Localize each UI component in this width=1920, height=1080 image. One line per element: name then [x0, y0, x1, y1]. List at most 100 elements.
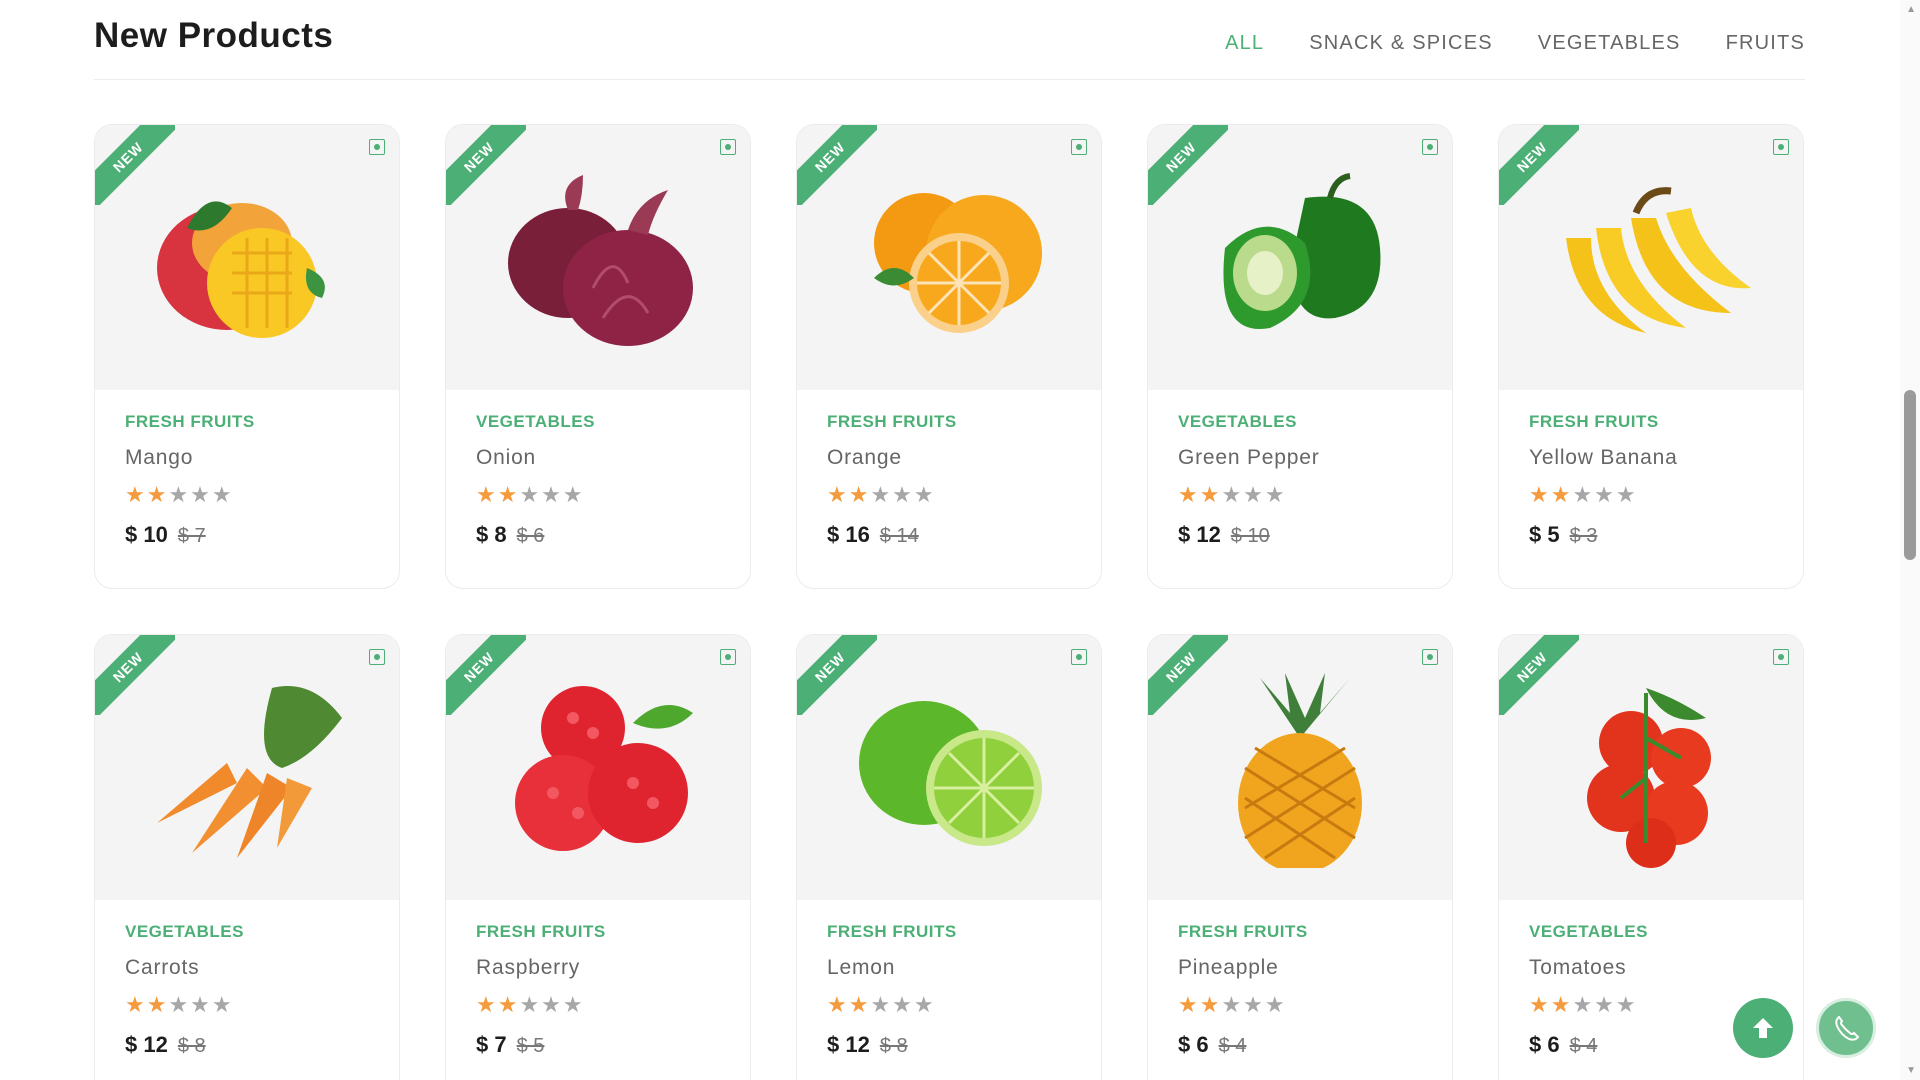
product-image-area[interactable]: NEW [1148, 125, 1452, 390]
product-image-area[interactable]: NEW [95, 125, 399, 390]
product-name[interactable]: Pineapple [1178, 956, 1422, 980]
product-grid: NEW FRESH FRUITS Mango ★★★★★ $ 10 $ 7 NE… [94, 124, 1804, 1080]
product-category: FRESH FRUITS [1529, 412, 1659, 431]
product-name[interactable]: Yellow Banana [1529, 446, 1773, 470]
product-info: FRESH FRUITS Mango ★★★★★ $ 10 $ 7 [95, 390, 399, 570]
scroll-up-icon[interactable]: ▲ [1906, 4, 1916, 15]
product-price: $ 16 $ 14 [827, 522, 919, 547]
product-image-area[interactable]: NEW [1499, 125, 1803, 390]
quick-view-icon[interactable] [1422, 649, 1438, 665]
tab-fruits[interactable]: FRUITS [1726, 32, 1805, 55]
product-category: VEGETABLES [476, 412, 595, 431]
product-name[interactable]: Green Pepper [1178, 446, 1422, 470]
product-info: VEGETABLES Carrots ★★★★★ $ 12 $ 8 [95, 900, 399, 1080]
product-card[interactable]: NEW VEGETABLES Green Pepper ★★★★★ $ 12 $ … [1147, 124, 1453, 589]
rating-stars: ★★★★★ [1178, 992, 1287, 1017]
scroll-down-icon[interactable]: ▼ [1906, 1065, 1916, 1076]
new-badge: NEW [797, 125, 877, 205]
product-price: $ 6 $ 4 [1178, 1032, 1247, 1057]
section-header: New Products ALL SNACK & SPICES VEGETABL… [94, 0, 1805, 80]
quick-view-icon[interactable] [1071, 139, 1087, 155]
product-name[interactable]: Onion [476, 446, 720, 470]
scrollbar[interactable]: ▲ ▼ [1900, 0, 1920, 1080]
product-info: FRESH FRUITS Orange ★★★★★ $ 16 $ 14 [797, 390, 1101, 570]
category-tabs: ALL SNACK & SPICES VEGETABLES FRUITS [1225, 32, 1805, 55]
new-badge: NEW [446, 635, 526, 715]
product-price: $ 12 $ 8 [125, 1032, 206, 1057]
product-category: FRESH FRUITS [827, 922, 957, 941]
quick-view-icon[interactable] [369, 649, 385, 665]
product-price: $ 12 $ 8 [827, 1032, 908, 1057]
new-badge: NEW [446, 125, 526, 205]
product-name[interactable]: Orange [827, 446, 1071, 470]
rating-stars: ★★★★★ [476, 482, 585, 507]
product-price: $ 12 $ 10 [1178, 522, 1270, 547]
product-image-area[interactable]: NEW [1499, 635, 1803, 900]
quick-view-icon[interactable] [720, 649, 736, 665]
scrollbar-thumb[interactable] [1904, 390, 1916, 560]
product-card[interactable]: NEW FRESH FRUITS Yellow Banana ★★★★★ $ 5… [1498, 124, 1804, 589]
call-button[interactable] [1816, 998, 1876, 1058]
product-price: $ 8 $ 6 [476, 522, 545, 547]
new-products-section: New Products ALL SNACK & SPICES VEGETABL… [94, 0, 1805, 1080]
phone-icon [1835, 1015, 1860, 1041]
product-image-area[interactable]: NEW [1148, 635, 1452, 900]
product-card[interactable]: NEW FRESH FRUITS Raspberry ★★★★★ $ 7 $ 5 [445, 634, 751, 1080]
product-info: VEGETABLES Green Pepper ★★★★★ $ 12 $ 10 [1148, 390, 1452, 570]
product-image-area[interactable]: NEW [797, 125, 1101, 390]
product-name[interactable]: Mango [125, 446, 369, 470]
tab-snack-spices[interactable]: SNACK & SPICES [1309, 32, 1493, 55]
new-badge: NEW [95, 635, 175, 715]
product-info: FRESH FRUITS Lemon ★★★★★ $ 12 $ 8 [797, 900, 1101, 1080]
product-info: FRESH FRUITS Raspberry ★★★★★ $ 7 $ 5 [446, 900, 750, 1080]
quick-view-icon[interactable] [369, 139, 385, 155]
new-badge: NEW [1148, 125, 1228, 205]
product-price: $ 7 $ 5 [476, 1032, 545, 1057]
new-badge: NEW [95, 125, 175, 205]
product-price: $ 10 $ 7 [125, 522, 206, 547]
product-category: VEGETABLES [1529, 922, 1648, 941]
product-category: VEGETABLES [125, 922, 244, 941]
product-info: FRESH FRUITS Yellow Banana ★★★★★ $ 5 $ 3 [1499, 390, 1803, 570]
rating-stars: ★★★★★ [125, 992, 234, 1017]
product-name[interactable]: Tomatoes [1529, 956, 1773, 980]
tab-all[interactable]: ALL [1225, 32, 1264, 55]
tab-vegetables[interactable]: VEGETABLES [1538, 32, 1681, 55]
product-image-area[interactable]: NEW [797, 635, 1101, 900]
new-badge: NEW [797, 635, 877, 715]
quick-view-icon[interactable] [1773, 139, 1789, 155]
new-badge: NEW [1499, 125, 1579, 205]
rating-stars: ★★★★★ [1178, 482, 1287, 507]
product-price: $ 5 $ 3 [1529, 522, 1598, 547]
product-card[interactable]: NEW FRESH FRUITS Pineapple ★★★★★ $ 6 $ 4 [1147, 634, 1453, 1080]
product-card[interactable]: NEW VEGETABLES Onion ★★★★★ $ 8 $ 6 [445, 124, 751, 589]
product-image-area[interactable]: NEW [446, 125, 750, 390]
quick-view-icon[interactable] [720, 139, 736, 155]
product-name[interactable]: Raspberry [476, 956, 720, 980]
product-card[interactable]: NEW FRESH FRUITS Lemon ★★★★★ $ 12 $ 8 [796, 634, 1102, 1080]
scroll-to-top-button[interactable] [1733, 998, 1793, 1058]
product-card[interactable]: NEW VEGETABLES Carrots ★★★★★ $ 12 $ 8 [94, 634, 400, 1080]
rating-stars: ★★★★★ [827, 482, 936, 507]
product-info: FRESH FRUITS Pineapple ★★★★★ $ 6 $ 4 [1148, 900, 1452, 1080]
quick-view-icon[interactable] [1071, 649, 1087, 665]
section-title: New Products [94, 16, 334, 55]
rating-stars: ★★★★★ [827, 992, 936, 1017]
product-category: FRESH FRUITS [476, 922, 606, 941]
product-image-area[interactable]: NEW [95, 635, 399, 900]
quick-view-icon[interactable] [1422, 139, 1438, 155]
arrow-up-icon [1753, 1018, 1773, 1038]
product-name[interactable]: Lemon [827, 956, 1071, 980]
new-badge: NEW [1499, 635, 1579, 715]
rating-stars: ★★★★★ [125, 482, 234, 507]
product-category: FRESH FRUITS [1178, 922, 1308, 941]
product-info: VEGETABLES Onion ★★★★★ $ 8 $ 6 [446, 390, 750, 570]
rating-stars: ★★★★★ [476, 992, 585, 1017]
quick-view-icon[interactable] [1773, 649, 1789, 665]
product-card[interactable]: NEW FRESH FRUITS Orange ★★★★★ $ 16 $ 14 [796, 124, 1102, 589]
product-name[interactable]: Carrots [125, 956, 369, 980]
product-card[interactable]: NEW FRESH FRUITS Mango ★★★★★ $ 10 $ 7 [94, 124, 400, 589]
product-category: FRESH FRUITS [125, 412, 255, 431]
rating-stars: ★★★★★ [1529, 482, 1638, 507]
product-image-area[interactable]: NEW [446, 635, 750, 900]
